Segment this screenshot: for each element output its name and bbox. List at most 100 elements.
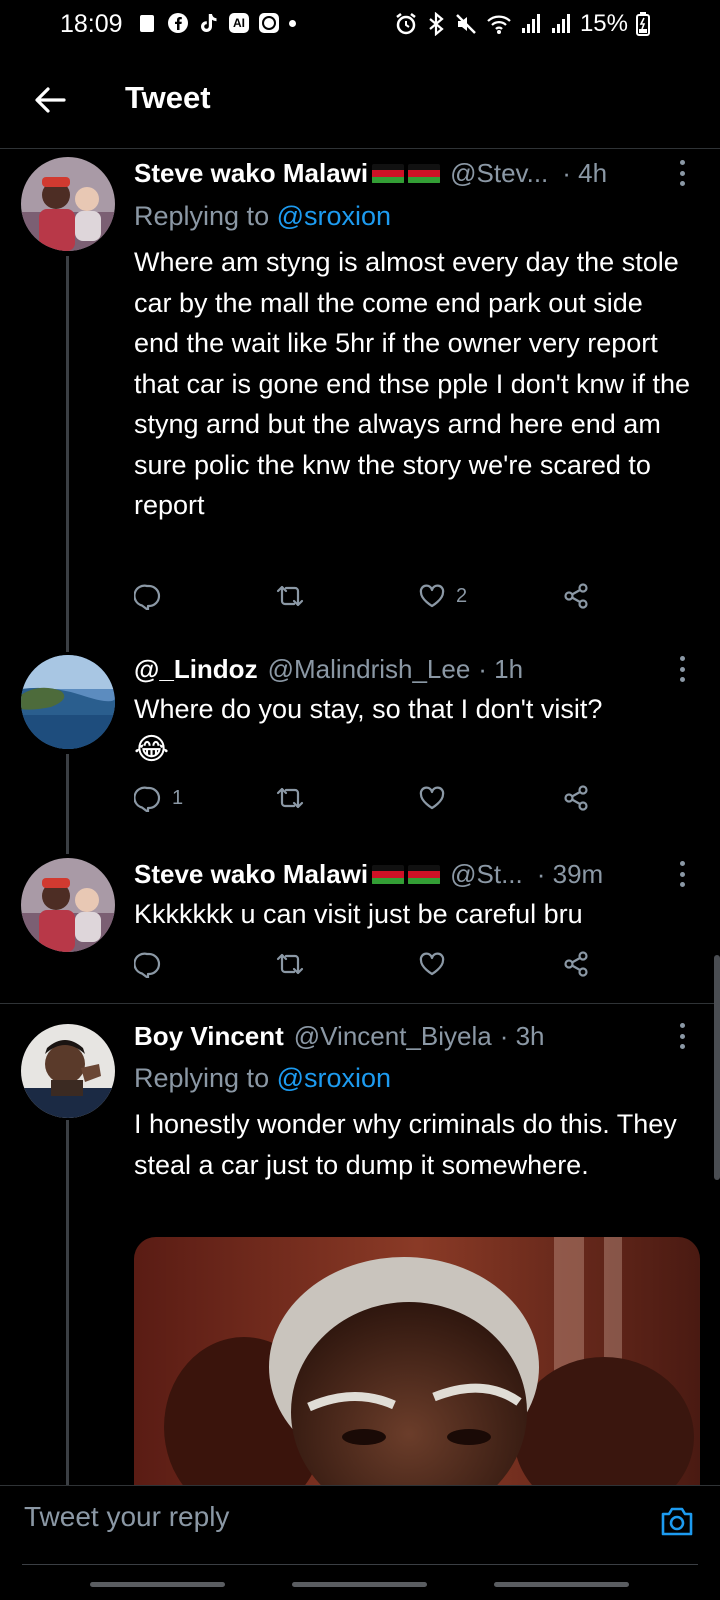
ai-icon: AI	[229, 13, 249, 33]
camera-button[interactable]	[658, 1502, 696, 1540]
user-handle[interactable]: @Malindrish_Lee	[268, 654, 471, 685]
display-name[interactable]: Boy Vincent	[134, 1021, 284, 1052]
avatar[interactable]	[21, 1024, 115, 1118]
tweet-text: I honestly wonder why criminals do this.…	[134, 1109, 677, 1180]
tweet-4-header: Boy Vincent @Vincent_Biyela · 3h	[134, 1021, 545, 1052]
retweet-icon	[276, 953, 304, 975]
reply-icon	[134, 952, 161, 978]
tweet-1-header: Steve wako Malawi @Stev... · 4h	[134, 158, 607, 189]
like-button[interactable]	[418, 950, 456, 978]
share-icon	[564, 583, 588, 609]
tweet-text: Where am styng is almost every day the s…	[134, 247, 691, 520]
tweet-text-content: Where do you stay, so that I don't visit…	[134, 694, 603, 724]
tweet-time: · 3h	[499, 1021, 545, 1051]
tweet-3-header: Steve wako Malawi @St... · 39m	[134, 859, 603, 890]
share-button[interactable]	[562, 784, 590, 812]
like-icon	[419, 786, 445, 810]
like-icon	[419, 584, 445, 608]
tiktok-icon	[198, 12, 220, 34]
malawi-flag-icon	[408, 864, 441, 885]
messenger-icon	[258, 12, 280, 34]
retweet-icon	[276, 585, 304, 607]
tweet-actions	[134, 950, 614, 986]
laughing-emoji-icon: 😂	[134, 732, 170, 766]
malawi-flag-icon	[372, 163, 405, 184]
more-options-button[interactable]	[679, 1023, 685, 1049]
replying-to-link[interactable]: @sroxion	[277, 1063, 391, 1093]
tweet-divider	[0, 1003, 720, 1004]
status-bar: 18:09 AI 15%	[0, 0, 720, 52]
more-options-button[interactable]	[679, 861, 685, 887]
home-button[interactable]	[292, 1582, 427, 1587]
battery-percent: 15%	[579, 10, 628, 37]
like-button[interactable]: 2	[418, 582, 467, 610]
facebook-icon	[167, 12, 189, 34]
more-notifications-dot	[289, 19, 296, 27]
more-options-button[interactable]	[679, 656, 685, 682]
replying-to-prefix: Replying to	[134, 1063, 277, 1093]
alarm-icon	[396, 13, 416, 35]
replying-to: Replying to @sroxion	[134, 201, 391, 232]
tweet-image[interactable]	[134, 1237, 700, 1485]
tweet-actions: 2	[134, 582, 614, 618]
system-navigation-bar	[0, 1565, 720, 1600]
reply-button[interactable]	[134, 582, 172, 610]
thread-line	[66, 754, 69, 854]
status-time: 18:09	[60, 10, 123, 38]
share-icon	[564, 785, 588, 811]
replying-to-link[interactable]: @sroxion	[277, 201, 391, 231]
signal-icon-1	[521, 14, 540, 33]
bluetooth-icon	[429, 12, 444, 36]
scrollbar[interactable]	[714, 955, 720, 1180]
display-name[interactable]: Steve wako Malawi	[134, 158, 368, 189]
user-handle[interactable]: @Vincent_Biyela	[294, 1021, 492, 1052]
mute-icon	[456, 14, 476, 34]
display-name[interactable]: Steve wako Malawi	[134, 859, 368, 890]
reply-count: 1	[172, 786, 184, 809]
like-icon	[419, 952, 445, 976]
reply-button[interactable]	[134, 950, 172, 978]
camera-icon	[661, 1507, 693, 1536]
recents-button[interactable]	[90, 1582, 225, 1587]
replying-to-prefix: Replying to	[134, 201, 277, 231]
malawi-flag-icon	[408, 163, 441, 184]
avatar[interactable]	[21, 655, 115, 749]
tweet-time: · 4h	[562, 158, 608, 188]
back-nav-button[interactable]	[494, 1582, 629, 1587]
retweet-button[interactable]	[276, 784, 304, 812]
tweet-text: Where do you stay, so that I don't visit…	[134, 689, 694, 770]
avatar[interactable]	[21, 157, 115, 251]
like-count: 2	[456, 584, 468, 607]
share-button[interactable]	[562, 582, 590, 610]
reply-input[interactable]	[22, 1500, 626, 1534]
signal-icon-2	[551, 14, 570, 33]
reply-button[interactable]: 1	[134, 784, 183, 812]
user-handle[interactable]: @Stev...	[450, 158, 548, 189]
wifi-icon	[487, 15, 511, 34]
user-handle[interactable]: @St...	[450, 859, 523, 890]
back-button[interactable]	[30, 80, 70, 120]
more-options-button[interactable]	[679, 160, 685, 186]
retweet-button[interactable]	[276, 950, 304, 978]
back-arrow-icon	[35, 87, 66, 113]
reply-composer	[0, 1485, 720, 1566]
tweet-time: · 1h	[478, 654, 524, 684]
like-button[interactable]	[418, 784, 456, 812]
tweet-2-header: @_Lindoz @Malindrish_Lee · 1h	[134, 654, 523, 685]
share-icon	[564, 951, 588, 977]
share-button[interactable]	[562, 950, 590, 978]
tweet-time: · 39m	[536, 859, 604, 889]
notification-icons: AI	[136, 12, 296, 34]
retweet-button[interactable]	[276, 582, 304, 610]
battery-charging-icon	[636, 12, 650, 36]
system-icons: 15%	[394, 10, 650, 38]
thread-line	[66, 1120, 69, 1485]
malawi-flag-icon	[372, 864, 405, 885]
reply-icon	[134, 584, 161, 610]
reply-icon	[134, 786, 161, 812]
replying-to: Replying to @sroxion	[134, 1063, 391, 1094]
app-header: Tweet	[0, 52, 720, 149]
display-name[interactable]: @_Lindoz	[134, 654, 258, 685]
retweet-icon	[276, 787, 304, 809]
avatar[interactable]	[21, 858, 115, 952]
